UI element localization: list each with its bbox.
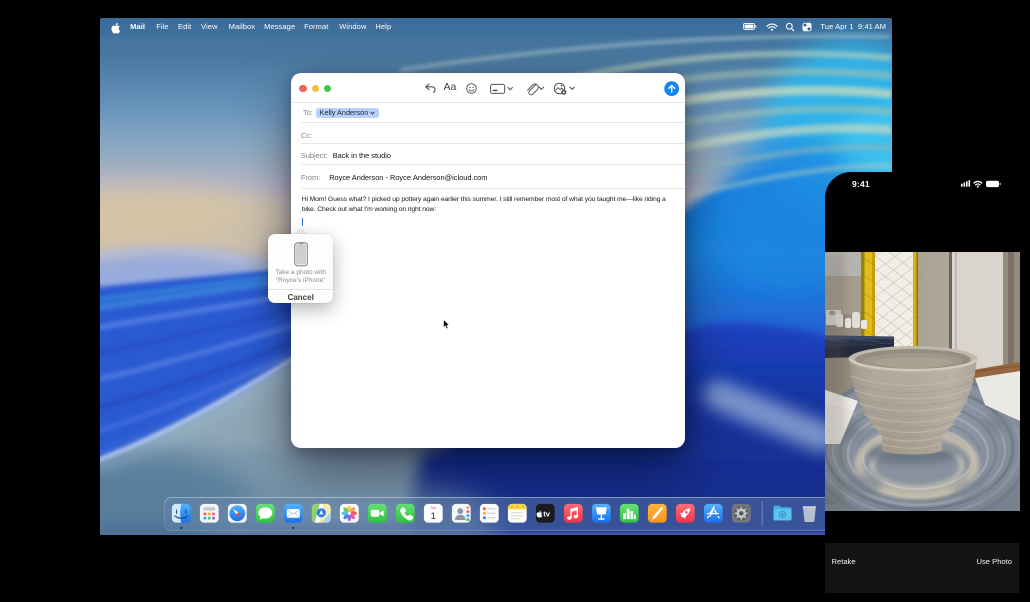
svg-text:Tue: Tue bbox=[431, 506, 437, 510]
svg-text:1: 1 bbox=[431, 511, 436, 522]
svg-text:tv: tv bbox=[544, 509, 551, 518]
